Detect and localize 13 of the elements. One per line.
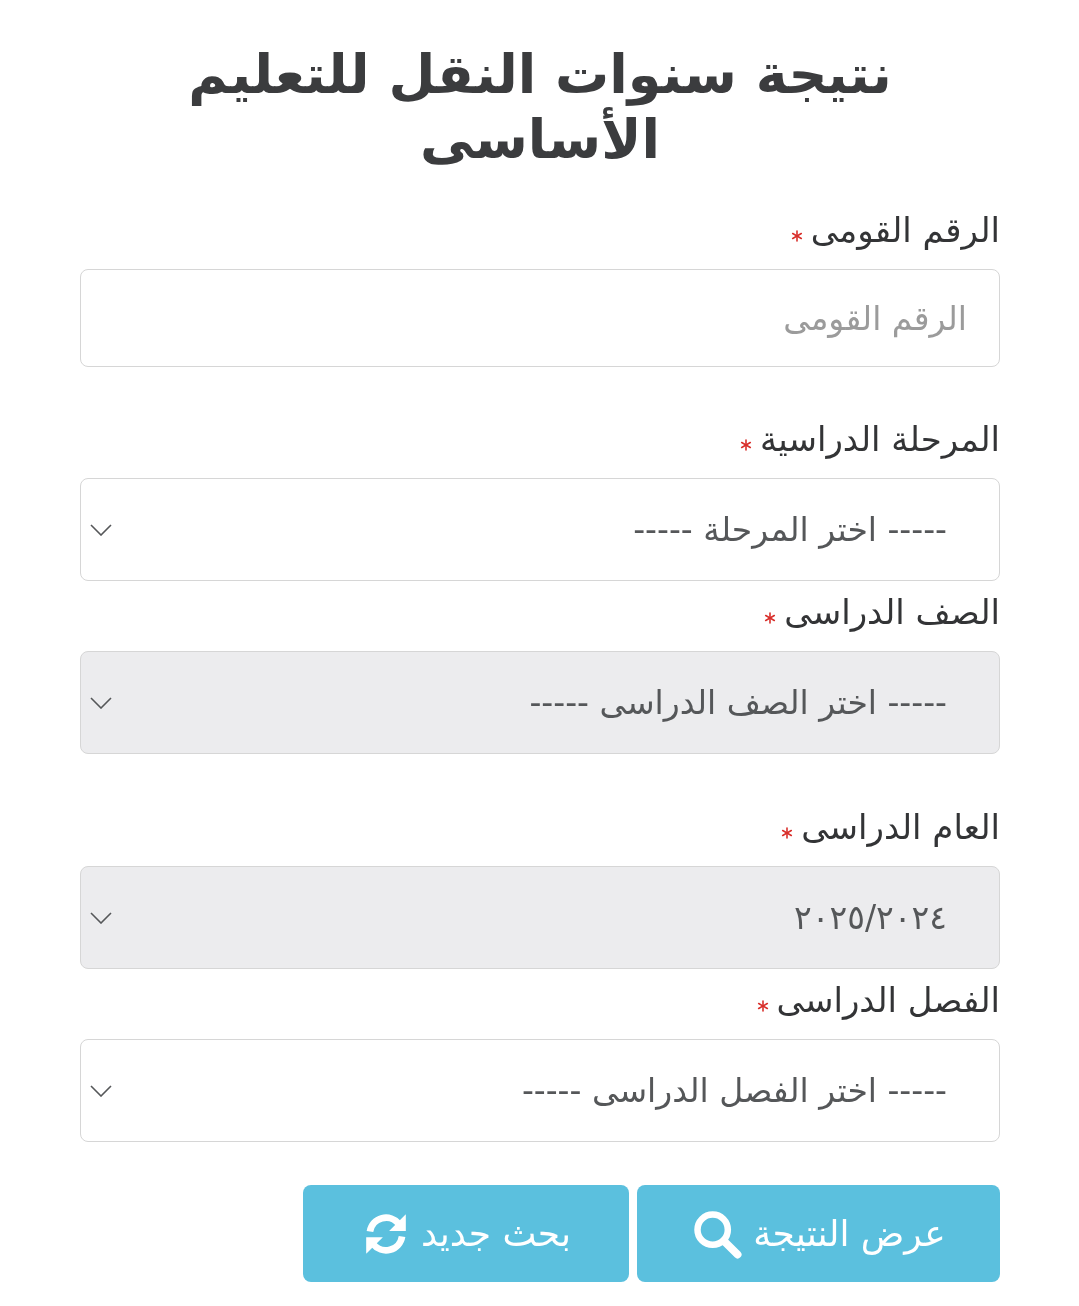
- chevron-down-icon: [90, 523, 112, 536]
- select-field[interactable]: ----- اختر الفصل الدراسى -----: [80, 1039, 1000, 1142]
- field-label: العام الدراسى: [801, 807, 1000, 847]
- field-label: المرحلة الدراسية: [759, 419, 1000, 459]
- chevron-down-icon: [90, 911, 112, 924]
- chevron-down-icon: [90, 1084, 112, 1097]
- input-field[interactable]: الرقم القومى: [80, 269, 1000, 367]
- select-field[interactable]: ----- اختر المرحلة -----: [80, 478, 1000, 581]
- chevron-down-icon: [90, 696, 112, 709]
- field-label: الرقم القومى: [810, 210, 1000, 250]
- page-title: نتيجة سنوات النقل للتعليم الأساسى: [187, 42, 893, 172]
- field-label: الفصل الدراسى: [776, 980, 1000, 1020]
- field-label: الصف الدراسى: [784, 592, 1000, 632]
